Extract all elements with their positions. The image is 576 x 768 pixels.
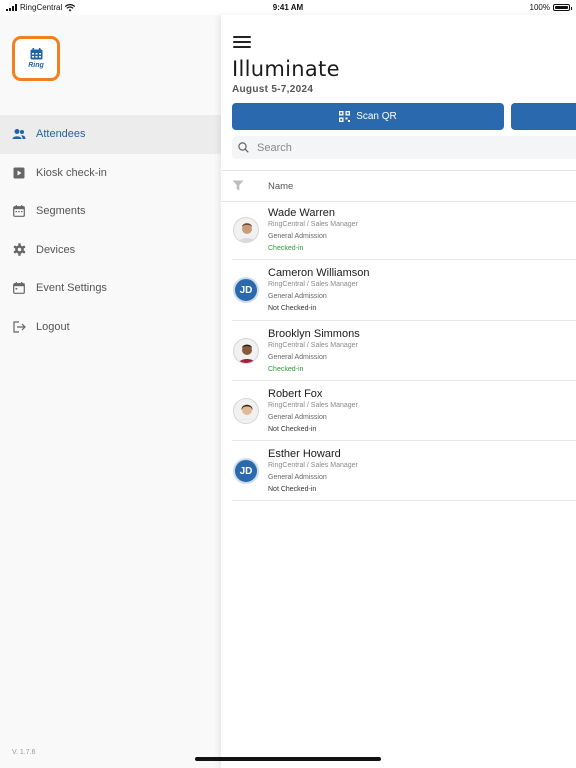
- attendee-company: RingCentral / Sales Manager: [268, 462, 358, 470]
- table-row[interactable]: JD Cameron Williamson RingCentral / Sale…: [232, 260, 576, 321]
- sidebar-item-devices[interactable]: Devices: [0, 231, 221, 270]
- search-icon: [238, 142, 249, 153]
- gear-icon: [12, 243, 26, 257]
- attendee-name: Robert Fox: [268, 387, 323, 400]
- status-right: 100%: [529, 3, 572, 12]
- main-panel: Illuminate August 5-7,2024 Scan QR Name: [221, 15, 576, 768]
- home-indicator[interactable]: [195, 757, 381, 761]
- sidebar-item-segments[interactable]: Segments: [0, 192, 221, 231]
- sidebar-item-attendees[interactable]: Attendees: [0, 115, 221, 154]
- clock: 9:41 AM: [272, 3, 304, 12]
- sidebar: Ring Attendees Kiosk check-in Segments D…: [0, 15, 221, 768]
- attendee-name: Esther Howard: [268, 448, 341, 461]
- attendee-name: Cameron Williamson: [268, 267, 370, 280]
- table-row[interactable]: Wade Warren RingCentral / Sales Manager …: [232, 200, 576, 261]
- logo-text: Ring: [28, 62, 44, 69]
- attendee-ticket: General Admission: [268, 293, 327, 301]
- table-row[interactable]: JD Esther Howard RingCentral / Sales Man…: [232, 441, 576, 502]
- app-version: V. 1.7.6: [12, 749, 36, 756]
- attendee-name: Brooklyn Simmons: [268, 327, 360, 340]
- attendee-ticket: General Admission: [268, 233, 327, 240]
- checkin-status: Checked-in: [268, 245, 304, 252]
- checkin-status: Not Checked-in: [268, 486, 317, 494]
- avatar: [233, 397, 259, 424]
- page-title: Illuminate: [232, 57, 340, 81]
- search-bar[interactable]: [232, 136, 576, 159]
- avatar: [233, 217, 259, 243]
- hamburger-menu-icon[interactable]: [233, 35, 251, 49]
- attendee-ticket: General Admission: [268, 353, 327, 361]
- sidebar-item-label: Devices: [36, 243, 76, 256]
- attendee-company: RingCentral / Sales Manager: [268, 401, 358, 409]
- checkin-status: Not Checked-in: [268, 305, 317, 313]
- sidebar-item-label: Segments: [36, 205, 86, 218]
- scan-qr-button[interactable]: Scan QR: [232, 103, 504, 130]
- checkin-status: Not Checked-in: [268, 425, 317, 433]
- qr-code-icon: [339, 111, 351, 122]
- search-input[interactable]: [255, 140, 559, 155]
- status-bar: RingCentral 9:41 AM 100%: [0, 0, 576, 15]
- sidebar-item-label: Event Settings: [36, 282, 107, 295]
- attendee-list: Wade Warren RingCentral / Sales Manager …: [232, 200, 576, 502]
- table-row[interactable]: Robert Fox RingCentral / Sales Manager G…: [232, 381, 576, 442]
- filter-icon[interactable]: [232, 180, 244, 191]
- sidebar-nav: Attendees Kiosk check-in Segments Device…: [0, 115, 221, 346]
- sidebar-item-logout[interactable]: Logout: [0, 308, 221, 347]
- checkin-status: Checked-in: [268, 365, 304, 373]
- battery-percent: 100%: [529, 3, 550, 12]
- attendee-company: RingCentral / Sales Manager: [268, 281, 358, 289]
- secondary-action-button[interactable]: [511, 103, 576, 130]
- sidebar-item-event-settings[interactable]: Event Settings: [0, 269, 221, 308]
- scan-qr-label: Scan QR: [356, 111, 397, 122]
- logout-icon: [12, 320, 26, 334]
- sidebar-item-label: Logout: [36, 320, 70, 333]
- table-header: Name: [221, 170, 576, 202]
- calendar-icon: [12, 204, 26, 218]
- event-date: August 5-7,2024: [232, 84, 314, 95]
- attendee-company: RingCentral / Sales Manager: [268, 221, 358, 228]
- people-icon: [12, 127, 26, 141]
- sidebar-item-kiosk-check-in[interactable]: Kiosk check-in: [0, 154, 221, 193]
- battery-icon: [553, 4, 572, 11]
- calendar-logo-icon: [30, 48, 42, 60]
- avatar: [233, 337, 259, 364]
- attendee-company: RingCentral / Sales Manager: [268, 341, 358, 349]
- table-row[interactable]: Brooklyn Simmons RingCentral / Sales Man…: [232, 321, 576, 381]
- avatar: JD: [233, 458, 259, 485]
- calendar-icon: [12, 281, 26, 295]
- app-logo[interactable]: Ring: [12, 36, 60, 81]
- sidebar-item-label: Attendees: [36, 128, 86, 141]
- sidebar-item-label: Kiosk check-in: [36, 166, 107, 179]
- kiosk-icon: [12, 166, 26, 180]
- attendee-name: Wade Warren: [268, 207, 336, 219]
- attendee-ticket: General Admission: [268, 413, 327, 421]
- avatar: JD: [233, 277, 259, 304]
- attendee-ticket: General Admission: [268, 474, 327, 482]
- column-header-name[interactable]: Name: [268, 181, 293, 192]
